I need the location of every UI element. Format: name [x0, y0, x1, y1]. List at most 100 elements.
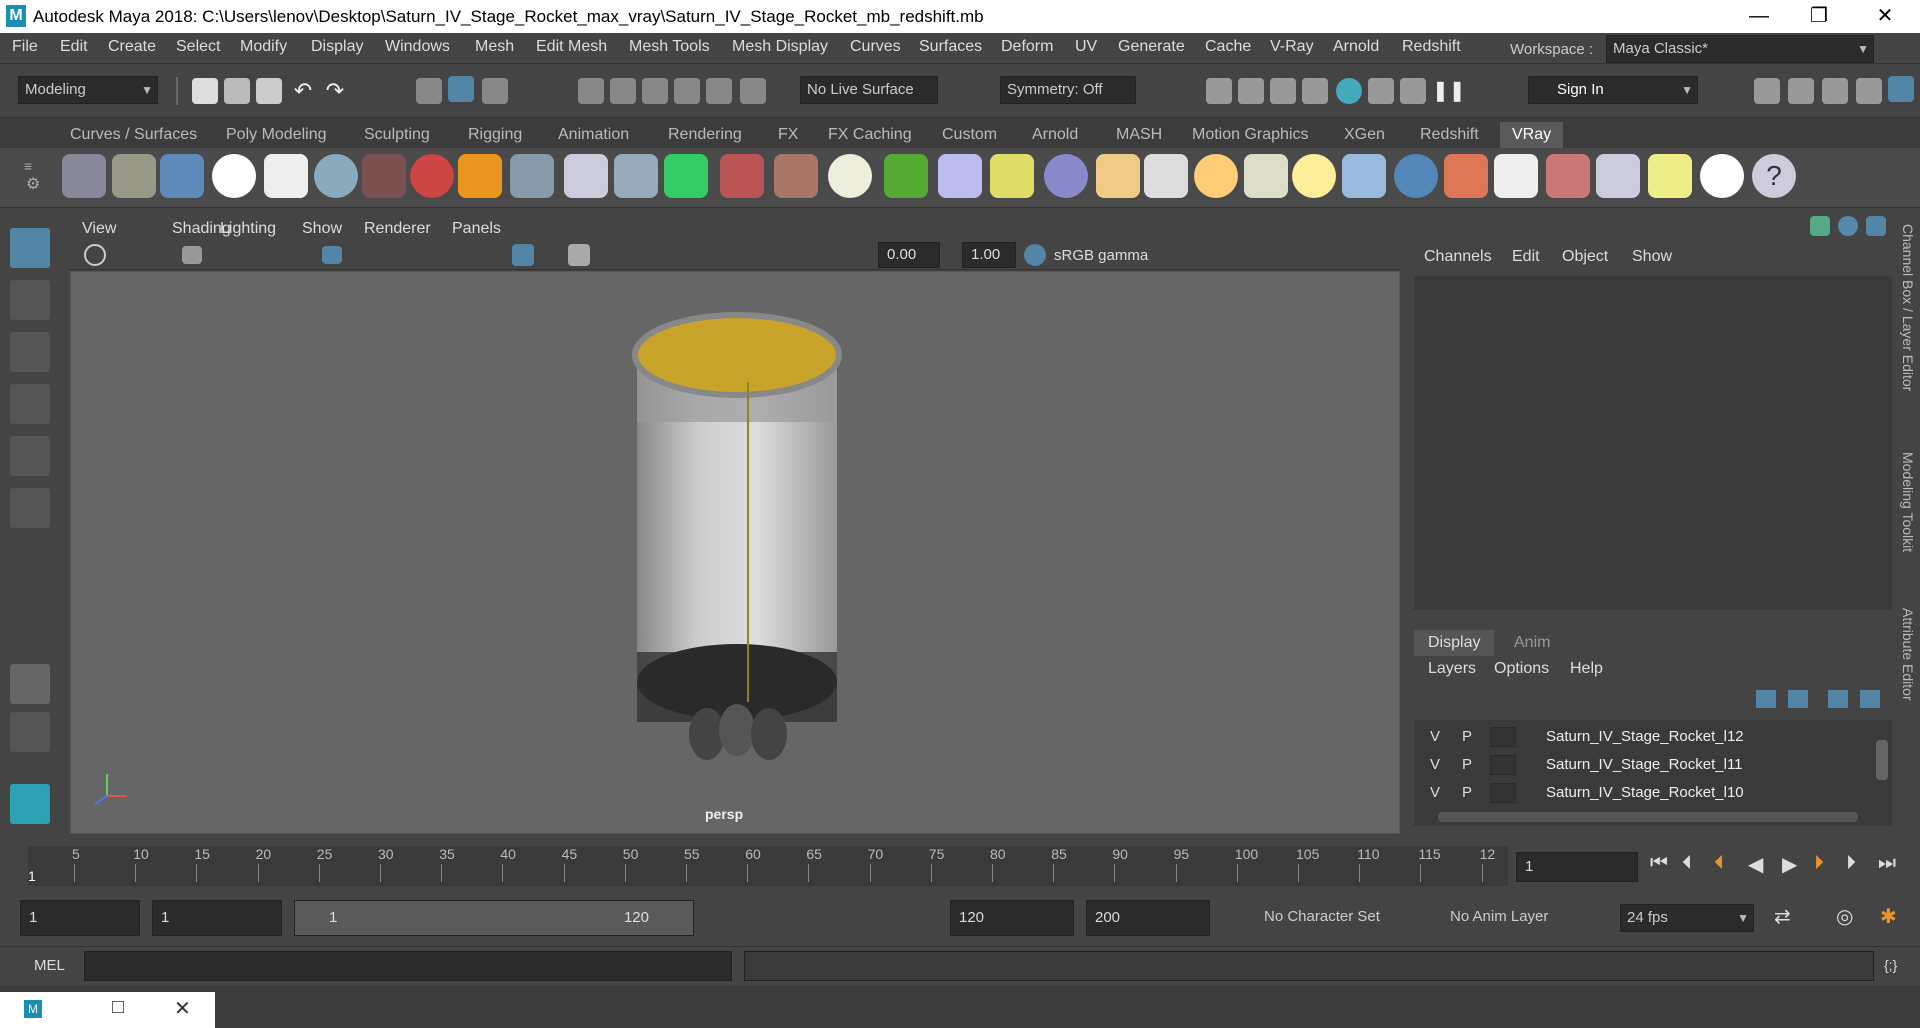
- layer-list-scrollbar[interactable]: [1876, 740, 1888, 780]
- playback-start-field[interactable]: 1: [152, 900, 282, 936]
- vray-cloud-icon[interactable]: [1700, 154, 1744, 198]
- tab-custom[interactable]: Custom: [930, 122, 1009, 148]
- tab-fx-caching[interactable]: FX Caching: [816, 122, 924, 148]
- tab-fx[interactable]: FX: [766, 122, 810, 148]
- move-layer-down-icon[interactable]: [1788, 690, 1808, 708]
- preferences-icon[interactable]: ✱: [1880, 904, 1897, 929]
- vray-plane-icon[interactable]: [510, 154, 554, 198]
- shelf-menu-icon[interactable]: ≡: [24, 158, 32, 174]
- vp-menu-view[interactable]: View: [82, 220, 116, 238]
- maximize-button[interactable]: ❐: [1790, 0, 1848, 33]
- pause-icon[interactable]: ❚❚: [1432, 78, 1466, 104]
- menu-generate[interactable]: Generate: [1118, 38, 1185, 56]
- layer-color-swatch[interactable]: [1490, 755, 1516, 775]
- snap-grid-icon[interactable]: [578, 78, 604, 104]
- tab-display[interactable]: Display: [1414, 630, 1495, 656]
- modeling-toolkit-icon[interactable]: [1754, 78, 1780, 104]
- time-ruler[interactable]: 1 5 10 15 20 25 30 35 40 45 50 55 60 65 70 75 80 85 90 95 1…: [28, 846, 1508, 886]
- layer-name[interactable]: Saturn_IV_Stage_Rocket_l11: [1546, 756, 1743, 773]
- render-setup-icon[interactable]: [1368, 78, 1394, 104]
- tab-arnold[interactable]: Arnold: [1020, 122, 1090, 148]
- vray-camera-icon[interactable]: [362, 154, 406, 198]
- channel-box-icon[interactable]: [1810, 216, 1830, 236]
- menu-deform[interactable]: Deform: [1001, 38, 1053, 56]
- menu-surfaces[interactable]: Surfaces: [919, 38, 982, 56]
- tab-mash[interactable]: MASH: [1104, 122, 1174, 148]
- mel-label[interactable]: MEL: [34, 957, 65, 974]
- single-perspective-view-icon[interactable]: [10, 664, 50, 704]
- vray-mesh-light-icon[interactable]: [1394, 154, 1438, 198]
- scale-tool-icon[interactable]: [10, 488, 50, 528]
- play-forward-icon[interactable]: ▶: [1782, 852, 1797, 877]
- vp-menu-renderer[interactable]: Renderer: [364, 220, 431, 238]
- minimize-button[interactable]: —: [1730, 0, 1788, 33]
- layer-color-swatch[interactable]: [1490, 783, 1516, 803]
- vray-texture-icon[interactable]: [774, 154, 818, 198]
- character-set-dropdown[interactable]: No Character Set: [1258, 904, 1408, 932]
- tab-curves-surfaces[interactable]: Curves / Surfaces: [58, 122, 209, 148]
- select-object-icon[interactable]: [448, 76, 474, 102]
- channel-settings-icon[interactable]: [1838, 216, 1858, 236]
- grid-icon[interactable]: [322, 246, 342, 264]
- side-tab-modeling-toolkit[interactable]: Modeling Toolkit: [1900, 452, 1916, 552]
- layer-menu-layers[interactable]: Layers: [1428, 660, 1476, 678]
- tab-rigging[interactable]: Rigging: [456, 122, 534, 148]
- vray-proxy-icon[interactable]: [564, 154, 608, 198]
- script-editor-icon[interactable]: {;}: [1884, 957, 1897, 973]
- vp-menu-lighting[interactable]: Lighting: [220, 220, 276, 238]
- step-back-icon[interactable]: ⏴: [1682, 852, 1692, 875]
- help-icon[interactable]: ?: [1752, 154, 1796, 198]
- paint-select-tool-icon[interactable]: [10, 332, 50, 372]
- vray-sphere-light-icon[interactable]: [1194, 154, 1238, 198]
- vray-spot-light-icon[interactable]: [1144, 154, 1188, 198]
- vray-light-select-icon[interactable]: [1444, 154, 1488, 198]
- gamma-field[interactable]: 1.00: [962, 242, 1016, 268]
- textured-icon[interactable]: [568, 244, 590, 266]
- save-scene-icon[interactable]: [256, 78, 282, 104]
- menu-mesh-display[interactable]: Mesh Display: [732, 38, 828, 56]
- side-tab-channel-box[interactable]: Channel Box / Layer Editor: [1900, 224, 1916, 391]
- play-backward-icon[interactable]: ◀: [1748, 852, 1763, 877]
- sign-in-button[interactable]: Sign In ▼: [1528, 76, 1698, 104]
- layer-visibility-toggle[interactable]: V: [1424, 755, 1446, 775]
- vray-fur-icon[interactable]: [884, 154, 928, 198]
- layer-playback-toggle[interactable]: P: [1456, 783, 1478, 803]
- layer-row[interactable]: V P Saturn_IV_Stage_Rocket_l10: [1420, 780, 1872, 806]
- menu-edit-mesh[interactable]: Edit Mesh: [536, 38, 607, 56]
- vray-fire-icon[interactable]: [458, 154, 502, 198]
- auto-key-icon[interactable]: ◎: [1836, 904, 1853, 929]
- range-slider[interactable]: 1 120: [294, 900, 694, 936]
- snap-curve-icon[interactable]: [610, 78, 636, 104]
- vray-settings-icon[interactable]: [264, 154, 308, 198]
- layer-visibility-toggle[interactable]: V: [1424, 727, 1446, 747]
- cb-menu-show[interactable]: Show: [1632, 248, 1672, 266]
- close-icon[interactable]: ✕: [174, 996, 191, 1021]
- cb-menu-edit[interactable]: Edit: [1512, 248, 1540, 266]
- symmetry-dropdown[interactable]: Symmetry: Off: [1000, 76, 1136, 104]
- vray-render-elements-icon[interactable]: [1546, 154, 1590, 198]
- fps-dropdown[interactable]: 24 fps ▼: [1620, 904, 1754, 932]
- cb-menu-object[interactable]: Object: [1562, 248, 1608, 266]
- step-forward-key-icon[interactable]: ⏵: [1814, 852, 1824, 875]
- vray-ies-light-icon[interactable]: [1244, 154, 1288, 198]
- go-to-end-icon[interactable]: ⏭: [1878, 852, 1896, 875]
- tab-vray[interactable]: VRay: [1500, 122, 1564, 148]
- vray-frame-buffer-icon[interactable]: [160, 154, 204, 198]
- exposure-field[interactable]: 0.00: [878, 242, 940, 268]
- vray-ipr-icon[interactable]: [112, 154, 156, 198]
- step-forward-icon[interactable]: ⏵: [1846, 852, 1856, 875]
- camera-select-icon[interactable]: [84, 244, 106, 266]
- playback-end-field[interactable]: 120: [950, 900, 1074, 936]
- vp-menu-panels[interactable]: Panels: [452, 220, 501, 238]
- vray-dome-light-icon[interactable]: [1096, 154, 1140, 198]
- mode-dropdown[interactable]: Modeling ▼: [18, 76, 158, 104]
- tab-rendering[interactable]: Rendering: [656, 122, 754, 148]
- vray-mesh-icon[interactable]: [614, 154, 658, 198]
- minimized-window[interactable]: M □ ✕: [0, 992, 215, 1028]
- lasso-tool-icon[interactable]: [10, 280, 50, 320]
- vray-checker-icon[interactable]: [1494, 154, 1538, 198]
- redo-icon[interactable]: ↷: [322, 78, 348, 104]
- rotate-tool-icon[interactable]: [10, 436, 50, 476]
- vray-logo-icon[interactable]: [212, 154, 256, 198]
- vray-material-icon[interactable]: [410, 154, 454, 198]
